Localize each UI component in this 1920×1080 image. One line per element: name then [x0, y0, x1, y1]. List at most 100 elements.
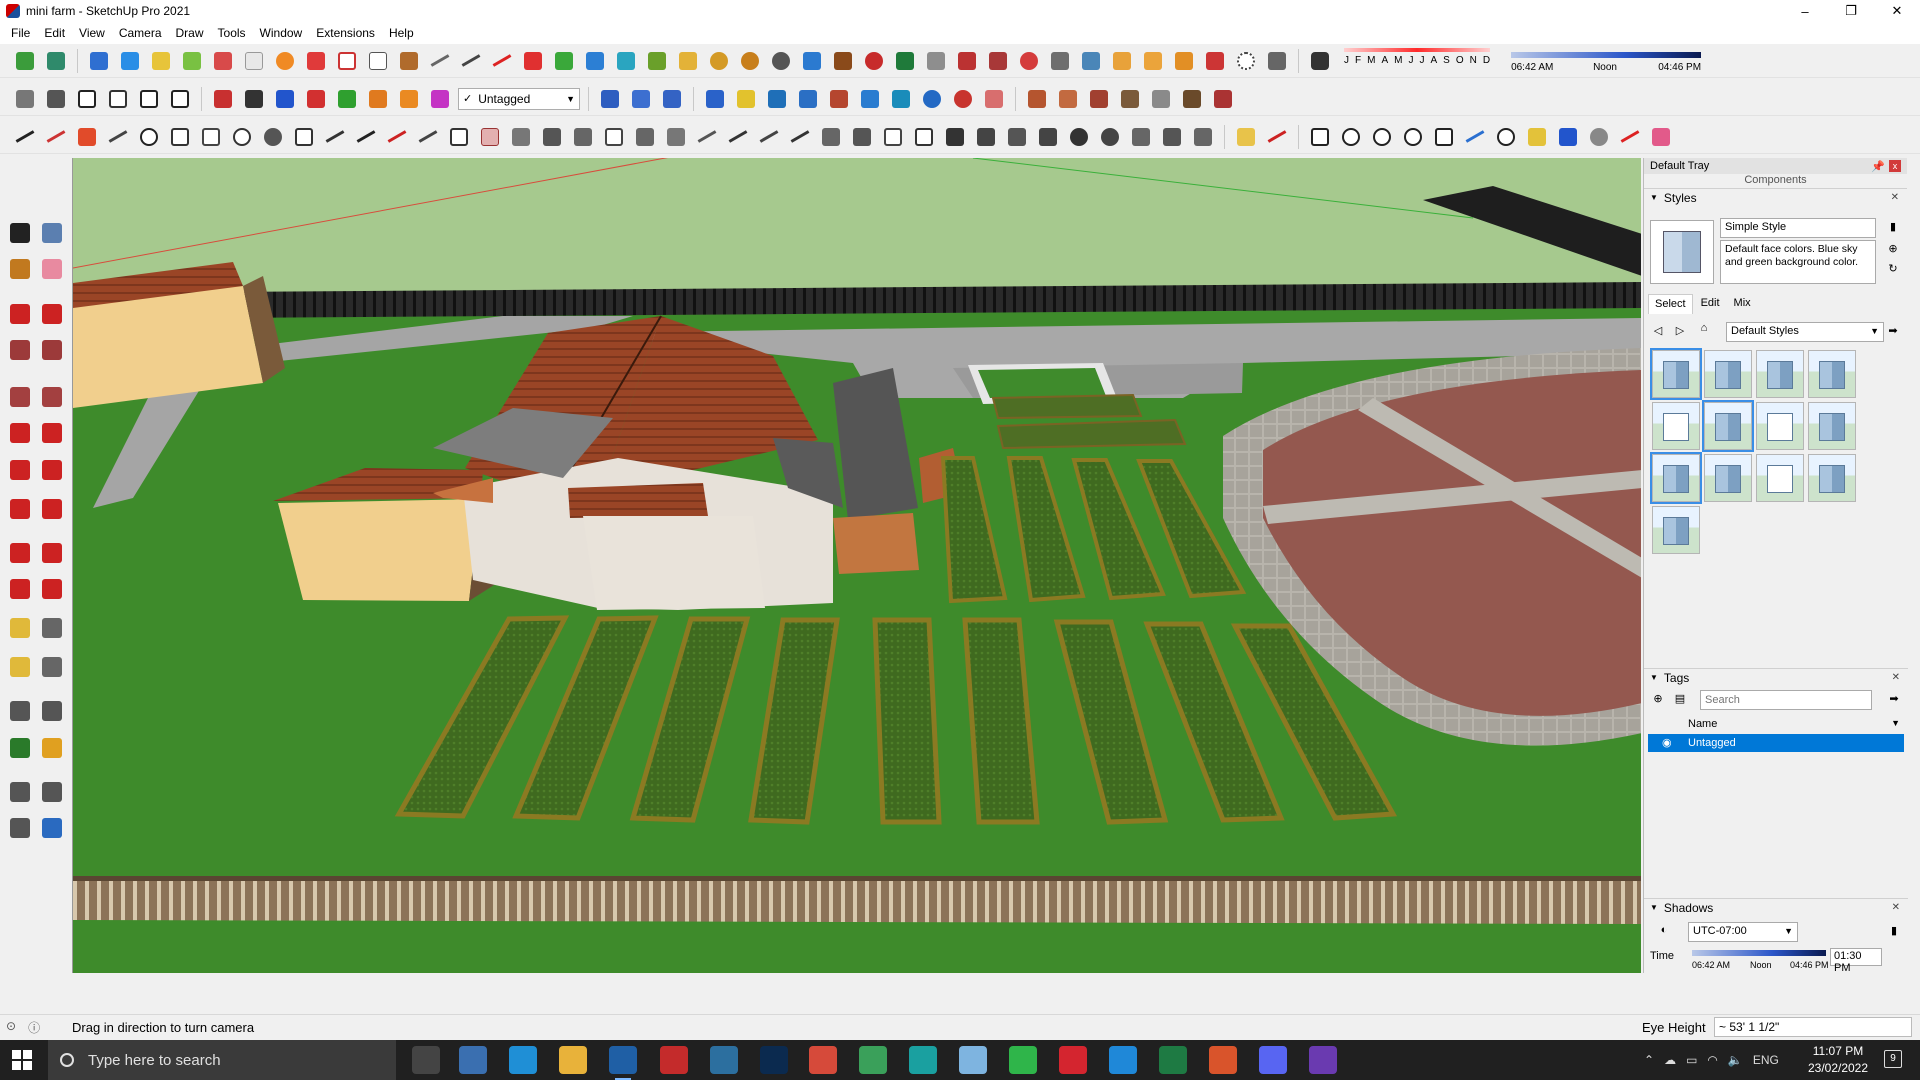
comb-icon[interactable] [539, 124, 565, 150]
menu-extensions[interactable]: Extensions [309, 26, 382, 40]
shape-j-icon[interactable] [663, 124, 689, 150]
move-tool-icon[interactable] [6, 495, 34, 523]
menu-edit[interactable]: Edit [37, 26, 72, 40]
offset-icon[interactable] [458, 48, 484, 74]
line-c-icon[interactable] [415, 124, 441, 150]
redo-blue-icon[interactable] [919, 86, 945, 112]
chrome-2-taskbar-icon[interactable] [859, 1046, 887, 1074]
zoom-window-icon[interactable] [38, 778, 66, 806]
component-yellow-icon[interactable] [733, 86, 759, 112]
vscode-taskbar-icon[interactable] [1109, 1046, 1137, 1074]
material-e-icon[interactable] [1148, 86, 1174, 112]
shape-b-icon[interactable] [198, 124, 224, 150]
model-info-icon[interactable] [12, 86, 38, 112]
previous-view-icon[interactable] [38, 814, 66, 842]
gold-shape-icon[interactable] [1524, 124, 1550, 150]
paint-bucket-icon[interactable] [6, 255, 34, 283]
scissors-icon[interactable] [105, 124, 131, 150]
cloud-icon[interactable]: ☁ [1664, 1053, 1676, 1067]
frame-icon[interactable] [880, 124, 906, 150]
wifi-icon[interactable]: ◠ [1707, 1053, 1717, 1067]
sketchup-taskbar-icon[interactable] [609, 1046, 637, 1080]
timezone-dropdown[interactable]: UTC-07:00 ▼ [1688, 922, 1798, 942]
material-f-icon[interactable] [1179, 86, 1205, 112]
grid-b-icon[interactable] [1140, 48, 1166, 74]
panel-close-icon[interactable]: ✕ [1891, 192, 1899, 203]
close-button[interactable]: ✕ [1874, 0, 1920, 22]
wireframe-icon[interactable] [659, 86, 685, 112]
material-b-icon[interactable] [1055, 86, 1081, 112]
calculator-taskbar-icon[interactable] [459, 1046, 487, 1074]
style-thumbnail[interactable] [1704, 350, 1752, 398]
chevron-up-icon[interactable]: ⌃ [1644, 1053, 1654, 1067]
tab-select[interactable]: Select [1648, 294, 1693, 314]
sphere-icon[interactable] [768, 48, 794, 74]
pan-tool-icon[interactable] [38, 734, 66, 762]
shape-i-icon[interactable] [632, 124, 658, 150]
bracket-icon[interactable] [911, 124, 937, 150]
tape-measure-icon[interactable] [6, 614, 34, 642]
hatch-e-icon[interactable] [1159, 124, 1185, 150]
minimize-button[interactable]: – [1782, 0, 1828, 22]
top-view-icon[interactable] [117, 48, 143, 74]
shape-a-icon[interactable] [167, 124, 193, 150]
tray-close-icon[interactable]: x [1889, 159, 1901, 172]
shape-f-icon[interactable] [446, 124, 472, 150]
pencil-red-icon[interactable] [1264, 124, 1290, 150]
lock-icon[interactable]: ▮ [1885, 220, 1901, 236]
layout-taskbar-icon[interactable] [909, 1046, 937, 1074]
ellipse-icon[interactable] [1400, 124, 1426, 150]
get-models-icon[interactable] [12, 48, 38, 74]
material-g-icon[interactable] [1210, 86, 1236, 112]
arrow-dark-icon[interactable] [241, 86, 267, 112]
shadow-time-slider[interactable] [1692, 950, 1826, 956]
style-thumbnail[interactable] [1650, 348, 1702, 400]
rope-icon[interactable] [706, 48, 732, 74]
pin-icon[interactable]: 📌 [1871, 160, 1885, 173]
styles-panel-header[interactable]: ▼ Styles ✕ [1644, 188, 1907, 206]
component-bar-icon[interactable] [764, 86, 790, 112]
circle-tool-icon[interactable] [6, 383, 34, 411]
move-green-icon[interactable] [551, 48, 577, 74]
style-thumbnail[interactable] [1808, 350, 1856, 398]
x-ray-icon[interactable] [597, 86, 623, 112]
arc-icon[interactable] [489, 48, 515, 74]
shape-d-icon[interactable] [260, 124, 286, 150]
rectangle-tool-icon[interactable] [6, 336, 34, 364]
hand-icon[interactable] [981, 86, 1007, 112]
move-red-icon[interactable] [520, 48, 546, 74]
tab-mix[interactable]: Mix [1728, 294, 1757, 314]
shadows-panel-header[interactable]: ▼ Shadows ✕ [1644, 898, 1908, 916]
red-line-icon[interactable] [1617, 124, 1643, 150]
back-view-icon[interactable] [210, 48, 236, 74]
home-icon[interactable] [74, 86, 100, 112]
create-style-icon[interactable]: ⊕ [1885, 242, 1901, 258]
gear-c-icon[interactable] [1097, 124, 1123, 150]
tag-dropdown[interactable]: ✓ Untagged ▼ [458, 87, 580, 110]
shape-c-icon[interactable] [229, 124, 255, 150]
left-view-icon[interactable] [241, 48, 267, 74]
extend-icon[interactable] [1264, 48, 1290, 74]
tags-name-column[interactable]: Name [1688, 718, 1717, 730]
parallelogram-icon[interactable] [1431, 124, 1457, 150]
chrome-taskbar-icon[interactable] [809, 1046, 837, 1074]
shadows-toggle-icon[interactable]: ◐ [1656, 924, 1672, 940]
follow-me-icon[interactable] [38, 539, 66, 567]
zoom-extents-icon[interactable] [6, 814, 34, 842]
text-tool-icon[interactable] [38, 653, 66, 681]
dimension-icon[interactable] [38, 614, 66, 642]
stripe-icon[interactable] [849, 124, 875, 150]
blue-loop-icon[interactable] [1555, 124, 1581, 150]
right-view-icon[interactable] [179, 48, 205, 74]
details-arrow-icon[interactable]: ➡ [1885, 324, 1901, 340]
axes-tool-icon[interactable] [6, 697, 34, 725]
style-thumbnail[interactable] [1756, 350, 1804, 398]
menu-camera[interactable]: Camera [112, 26, 169, 40]
time-input[interactable]: 01:30 PM [1830, 948, 1882, 974]
orbit-icon[interactable] [272, 48, 298, 74]
grid-icon[interactable] [1109, 48, 1135, 74]
arc-tool-icon[interactable] [6, 419, 34, 447]
arrow-red-icon[interactable] [303, 86, 329, 112]
zoom-tool-icon[interactable] [6, 778, 34, 806]
polygon-icon[interactable] [1369, 124, 1395, 150]
